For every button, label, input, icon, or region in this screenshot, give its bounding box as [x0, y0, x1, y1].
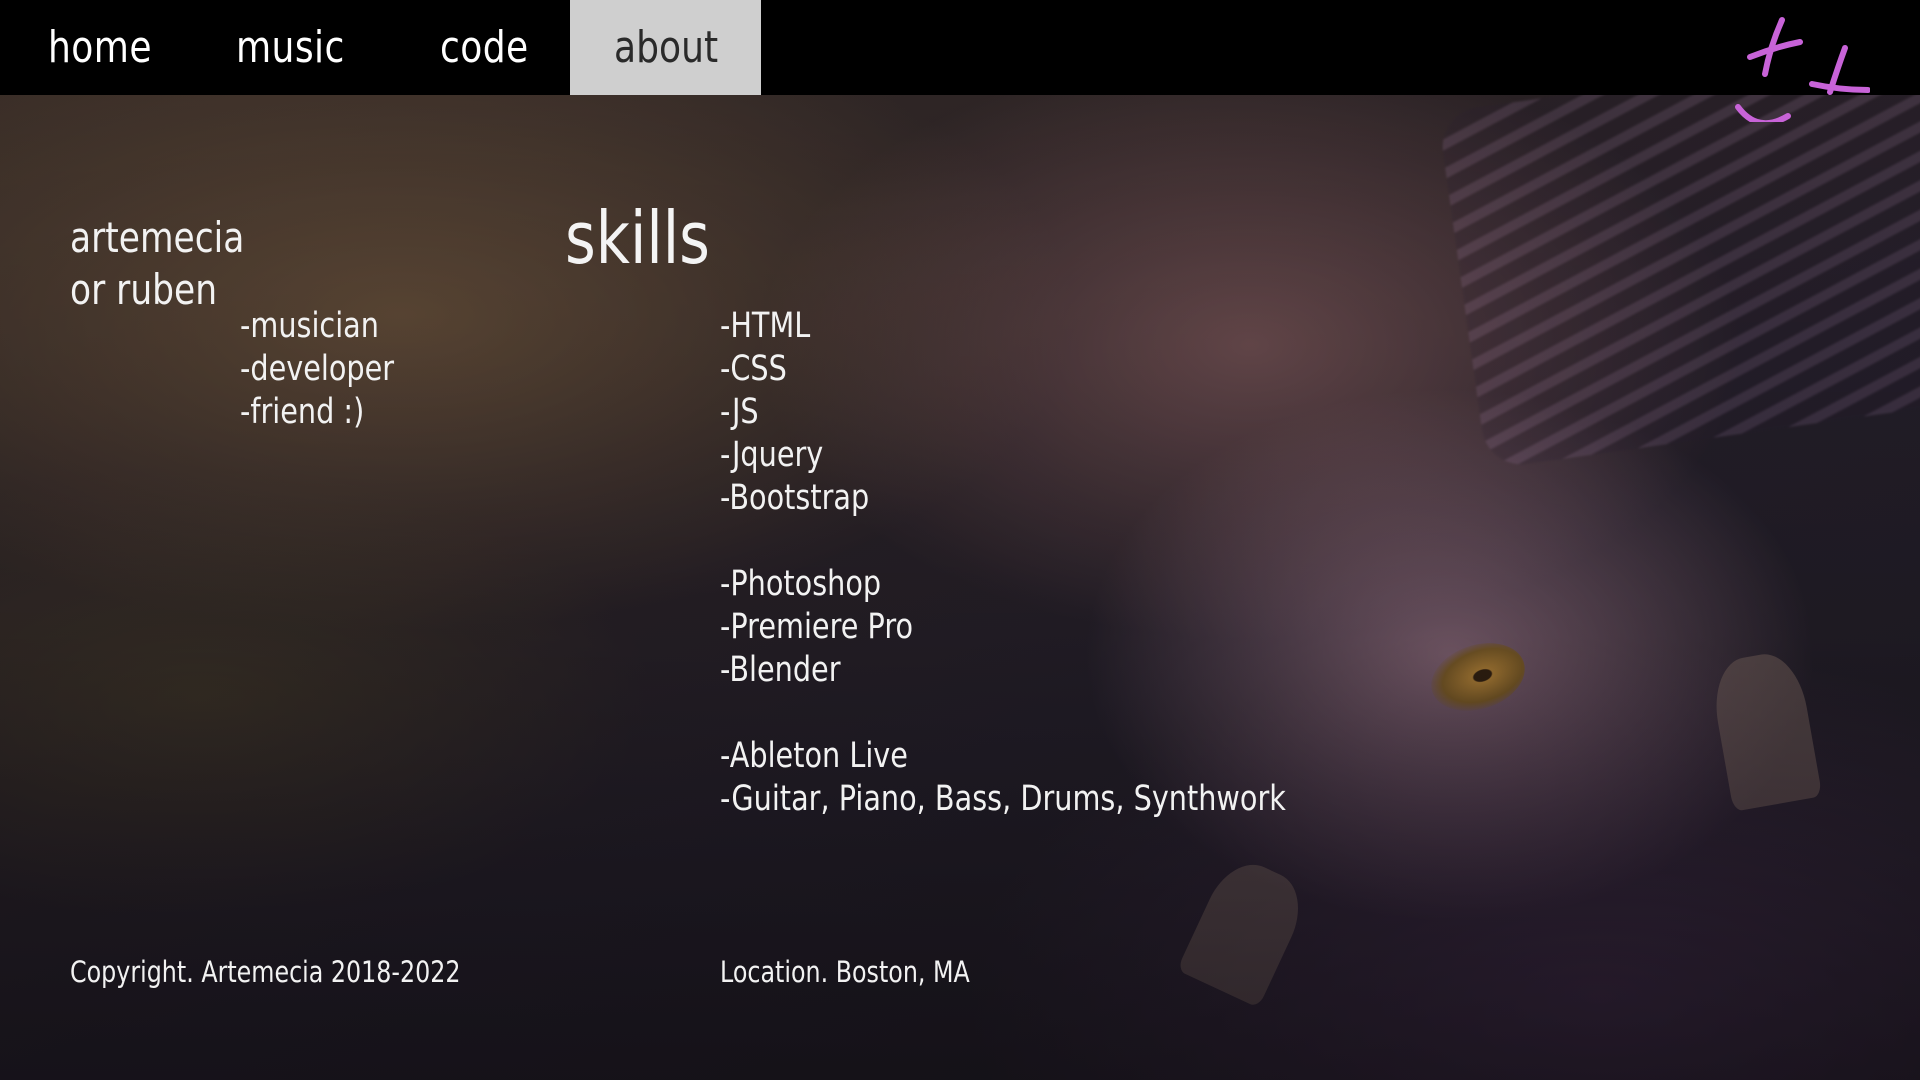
skills-group-media: -Photoshop -Premiere Pro -Blender [720, 563, 1286, 692]
role-item: -friend :) [240, 392, 365, 432]
nav-home-link[interactable]: home [48, 0, 152, 95]
skill-item: -CSS [720, 349, 787, 389]
name-line-1: artemecia [70, 213, 245, 262]
profile-roles: -musician -developer -friend :) [240, 305, 394, 434]
about-page: home music code about artemecia or ruben… [0, 0, 1920, 1080]
skill-item: -Photoshop [720, 564, 882, 604]
skill-item: -Guitar, Piano, Bass, Drums, Synthwork [720, 779, 1286, 819]
footer-location: Location. Boston, MA [720, 955, 970, 989]
top-nav: home music code about [0, 0, 1920, 95]
skill-item: -HTML [720, 306, 811, 346]
skill-item: -Premiere Pro [720, 607, 914, 647]
smiley-logo-icon[interactable] [1720, 12, 1870, 122]
skills-group-web: -HTML -CSS -JS -Jquery -Bootstrap [720, 305, 1286, 520]
profile-name: artemecia or ruben [70, 212, 244, 316]
skill-item: -Ableton Live [720, 736, 908, 776]
nav-music-link[interactable]: music [236, 0, 345, 95]
role-item: -developer [240, 349, 395, 389]
skill-item: -Blender [720, 650, 841, 690]
skills-heading: skills [565, 196, 710, 280]
skills-list: -HTML -CSS -JS -Jquery -Bootstrap -Photo… [720, 305, 1286, 821]
footer-copyright: Copyright. Artemecia 2018-2022 [70, 955, 461, 989]
skill-item: -Bootstrap [720, 478, 870, 518]
nav-about-tab[interactable]: about [570, 0, 761, 95]
skills-group-music: -Ableton Live -Guitar, Piano, Bass, Drum… [720, 735, 1286, 821]
name-line-2: or ruben [70, 265, 218, 314]
nav-code-link[interactable]: code [440, 0, 529, 95]
nav-about-link[interactable]: about [614, 0, 718, 95]
role-item: -musician [240, 306, 379, 346]
skill-item: -Jquery [720, 435, 824, 475]
skill-item: -JS [720, 392, 759, 432]
